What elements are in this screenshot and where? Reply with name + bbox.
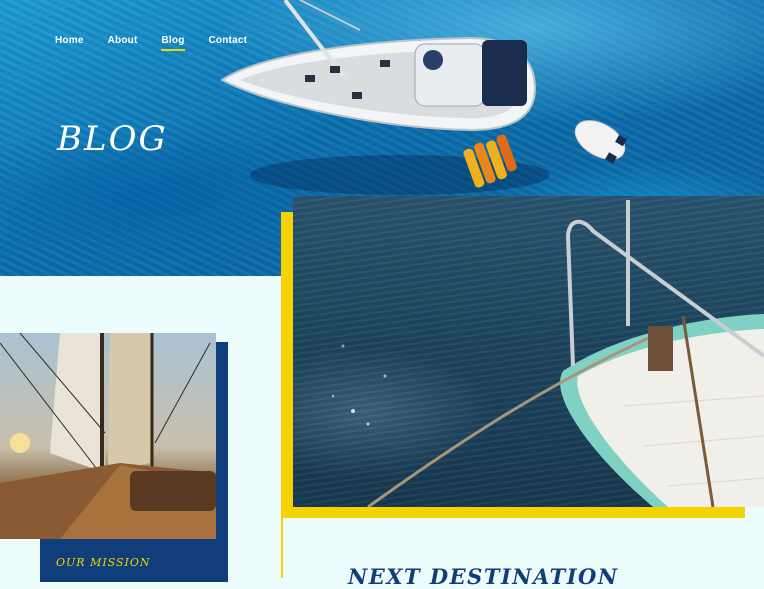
boat-bow-illustration [331, 200, 764, 507]
boat-bow-sea-image [293, 196, 764, 507]
main-nav: Home About Blog Contact [55, 35, 271, 51]
destination-title: NEXT DESTINATION [348, 564, 619, 589]
page-title: BLOG [57, 118, 168, 159]
nav-item-home[interactable]: Home [55, 35, 84, 50]
nav-item-blog[interactable]: Blog [161, 35, 185, 51]
mission-label: OUR MISSION [56, 556, 151, 569]
sailing-deck-image [0, 333, 216, 539]
nav-item-contact[interactable]: Contact [209, 35, 248, 50]
nav-item-about[interactable]: About [108, 35, 138, 50]
sailing-deck-illustration [0, 333, 216, 539]
